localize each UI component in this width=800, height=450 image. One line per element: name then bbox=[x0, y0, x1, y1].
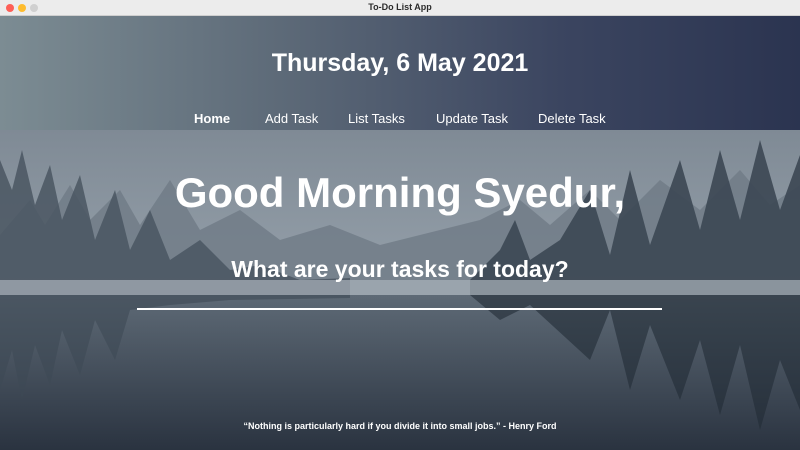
window-title: To-Do List App bbox=[368, 2, 432, 12]
task-input[interactable] bbox=[137, 280, 662, 310]
nav-list-tasks-link[interactable]: List Tasks bbox=[348, 111, 405, 126]
nav-bar: Home Add Task List Tasks Update Task Del… bbox=[0, 111, 800, 127]
nav-delete-task-link[interactable]: Delete Task bbox=[538, 111, 606, 126]
tasks-prompt: What are your tasks for today? bbox=[231, 256, 569, 282]
header: Thursday, 6 May 2021 Home Add Task List … bbox=[0, 16, 800, 130]
nav-add-task-link[interactable]: Add Task bbox=[265, 111, 318, 126]
title-bar: To-Do List App bbox=[0, 0, 800, 16]
quote-text: “Nothing is particularly hard if you div… bbox=[243, 421, 557, 431]
nav-update-task-link[interactable]: Update Task bbox=[436, 111, 508, 126]
app-window: To-Do List App Thursday, 6 May 2021 Home… bbox=[0, 0, 800, 450]
nav-home-link[interactable]: Home bbox=[194, 111, 230, 126]
greeting-heading: Good Morning Syedur, bbox=[174, 169, 626, 216]
current-date: Thursday, 6 May 2021 bbox=[271, 49, 529, 77]
